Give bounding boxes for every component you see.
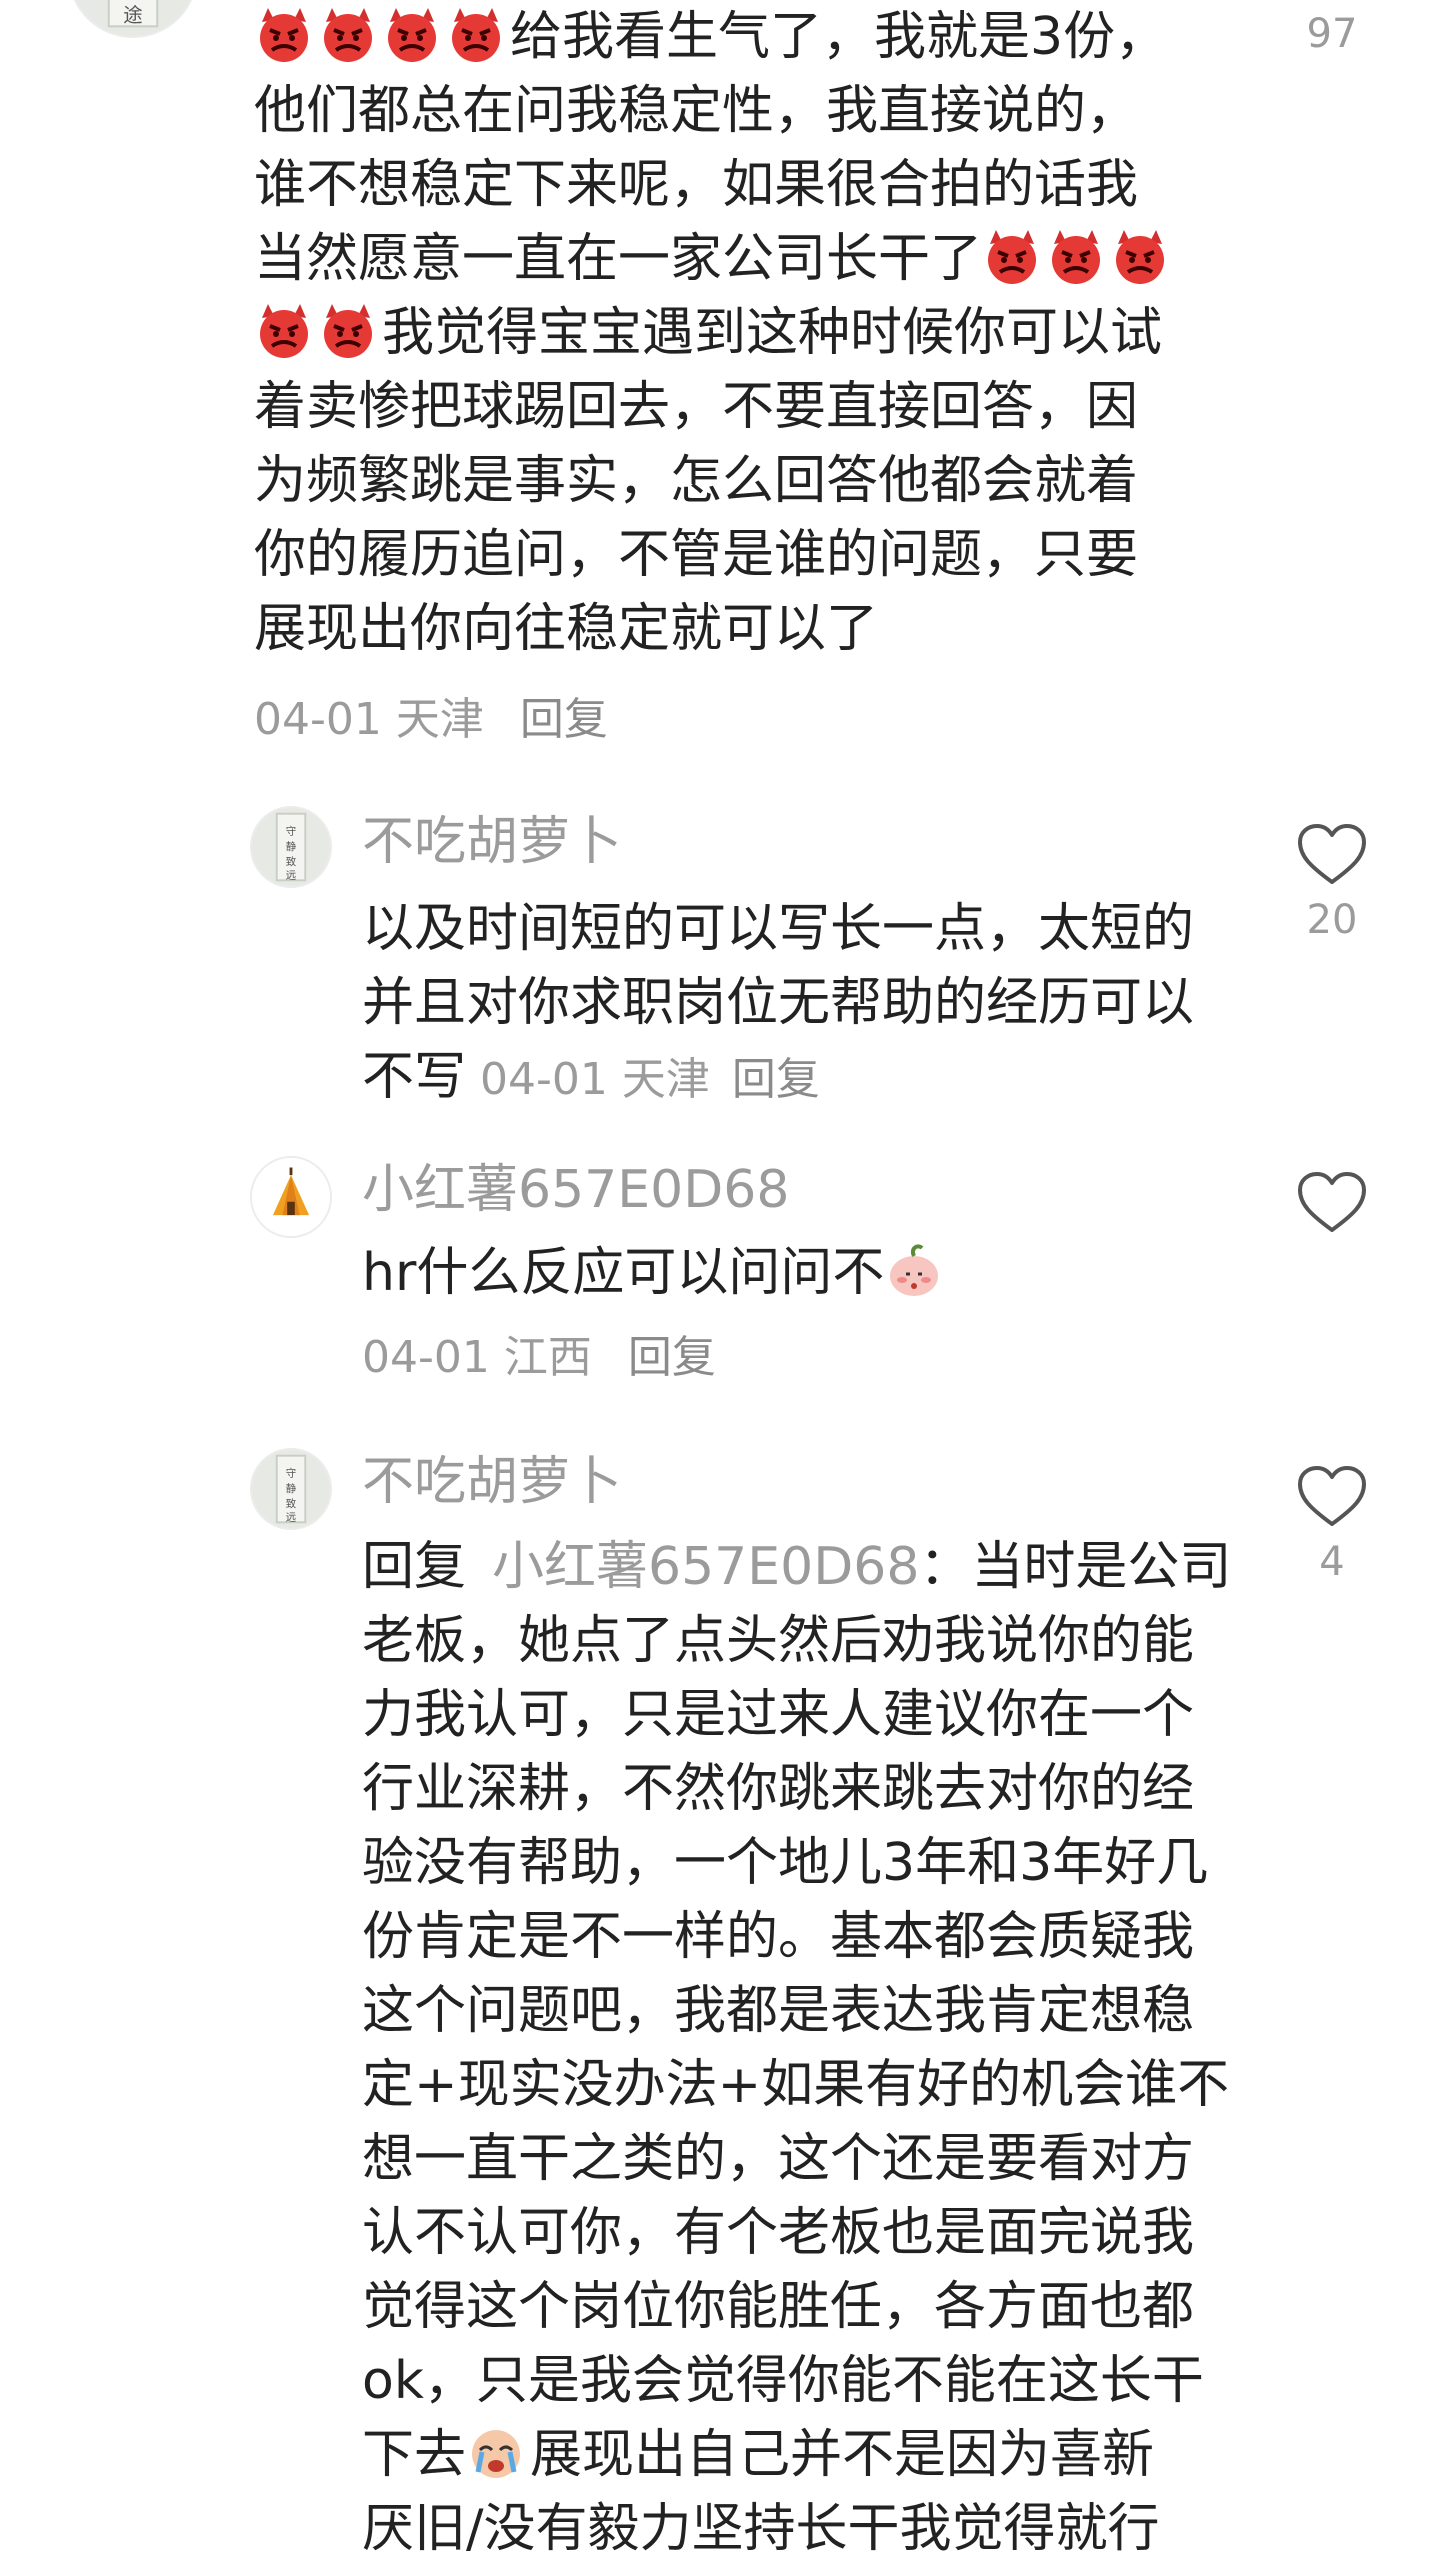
avatar[interactable] xyxy=(250,1156,332,1238)
comment-text-segment: 当然愿意一直在一家公司长干了 xyxy=(254,229,983,289)
comment-line: ok，只是我会觉得你能不能在这长干 xyxy=(362,2351,1204,2411)
comment-line: 着卖惨把球踢回去，不要直接回答，因 xyxy=(254,377,1139,437)
comment-line: 为频繁跳是事实，怎么回答他都会就着 xyxy=(254,451,1139,511)
like-button[interactable]: 4 xyxy=(1296,1464,1368,1586)
comment-line: 份肯定是不一样的。基本都会质疑我 xyxy=(362,1907,1195,1967)
comment-line: 当然愿意一直在一家公司长干了 xyxy=(254,222,1174,296)
angry-devil-icon xyxy=(446,4,506,64)
comment-line: 谁不想稳定下来呢，如果很合拍的话我 xyxy=(254,155,1139,215)
comment-line: 厌旧/没有毅力坚持长干我觉得就行 xyxy=(362,2499,1160,2559)
svg-text:守: 守 xyxy=(286,1467,296,1480)
comment-line: 我觉得宝宝遇到这种时候你可以试 xyxy=(254,296,1174,370)
comment-line: 并且对你求职岗位无帮助的经历可以 xyxy=(362,973,1195,1033)
comment-line: 想一直干之类的，这个还是要看对方 xyxy=(362,2129,1195,2189)
angry-devil-icon xyxy=(382,4,442,64)
comment-text-segment: 给我看生气了，我就是3份， xyxy=(510,7,1168,67)
comment-line: 这个问题吧，我都是表达我肯定想稳 xyxy=(362,1981,1195,2041)
avatar[interactable]: 守 静 致 远 xyxy=(250,806,332,888)
comment-text: hr什么反应可以问问不 xyxy=(362,1236,948,1310)
avatar[interactable]: 途 xyxy=(68,0,198,38)
avatar[interactable]: 守 静 致 远 xyxy=(250,1448,332,1530)
svg-text:途: 途 xyxy=(123,3,142,26)
angry-devil-icon xyxy=(982,226,1042,286)
heart-icon xyxy=(1298,824,1366,884)
comment-date: 04-01 xyxy=(254,694,382,745)
comment-meta: 04-01 天津 回复 xyxy=(480,1054,820,1105)
username[interactable]: 不吃胡萝卜 xyxy=(362,810,622,874)
svg-text:远: 远 xyxy=(286,869,297,881)
comment-date: 04-01 xyxy=(480,1054,608,1105)
comment-line: 觉得这个岗位你能胜任，各方面也都 xyxy=(362,2277,1195,2337)
comment-line: 你的履历追问，不管是谁的问题，只要 xyxy=(254,525,1139,585)
like-count: 97 xyxy=(1306,11,1358,57)
reply-button[interactable]: 回复 xyxy=(520,694,608,745)
comment-text-segment: ：当时是公司 xyxy=(919,1537,1232,1597)
reply-button[interactable]: 回复 xyxy=(628,1332,716,1383)
svg-text:静: 静 xyxy=(286,1482,297,1495)
comment-line: 展现出你向往稳定就可以了 xyxy=(254,599,879,659)
like-count: 20 xyxy=(1306,897,1358,943)
svg-text:致: 致 xyxy=(286,855,297,868)
svg-text:致: 致 xyxy=(286,1497,297,1510)
angry-devil-icon xyxy=(254,4,314,64)
like-count: 4 xyxy=(1319,1539,1345,1585)
svg-text:静: 静 xyxy=(286,840,297,853)
comment-location: 江西 xyxy=(503,1332,592,1383)
comment-meta: 04-01 江西 回复 xyxy=(362,1330,716,1386)
heart-icon xyxy=(1298,1466,1366,1526)
comment-line: 老板，她点了点头然后劝我说你的能 xyxy=(362,1611,1195,1671)
angry-devil-icon xyxy=(254,300,314,360)
comment-line: 下去 展现出自己并不是因为喜新 xyxy=(362,2418,1231,2492)
comment-line: 不写 04-01 天津 回复 xyxy=(362,1040,1194,1114)
comment-line: 回复 小红薯657E0D68：当时是公司 xyxy=(362,1530,1231,1604)
comment-text: 以及时间短的可以写长一点，太短的 并且对你求职岗位无帮助的经历可以 不写 04-0… xyxy=(362,892,1194,1114)
reply-button[interactable]: 回复 xyxy=(732,1054,820,1105)
like-button[interactable] xyxy=(1296,1170,1368,1236)
comment-text: 给我看生气了，我就是3份， 他们都总在问我稳定性，我直接说的， 谁不想稳定下来呢… xyxy=(254,0,1174,666)
comment-line: 给我看生气了，我就是3份， xyxy=(254,0,1174,74)
comment-line: 他们都总在问我稳定性，我直接说的， xyxy=(254,81,1139,141)
svg-text:守: 守 xyxy=(286,825,296,838)
comment-text-segment: 下去 xyxy=(362,2425,467,2485)
like-button[interactable]: 97 xyxy=(1296,10,1368,58)
comment-line: 验没有帮助，一个地儿3年和3年好几 xyxy=(362,1833,1209,1893)
mention-link[interactable]: 小红薯657E0D68 xyxy=(492,1537,919,1597)
comment-meta: 04-01 天津 回复 xyxy=(254,692,608,748)
svg-text:远: 远 xyxy=(286,1511,297,1523)
comment-line: 力我认可，只是过来人建议你在一个 xyxy=(362,1685,1195,1745)
comment-line: 行业深耕，不然你跳来跳去对你的经 xyxy=(362,1759,1195,1819)
comment-line: 以及时间短的可以写长一点，太短的 xyxy=(362,899,1195,959)
heart-icon xyxy=(1298,1172,1366,1232)
username[interactable]: 小红薯657E0D68 xyxy=(362,1158,789,1222)
comment-line: hr什么反应可以问问不 xyxy=(362,1236,948,1310)
comment-line: 定+现实没办法+如果有好的机会谁不 xyxy=(362,2055,1230,2115)
username[interactable]: 不吃胡萝卜 xyxy=(362,1450,622,1514)
angry-devil-icon xyxy=(1110,226,1170,286)
comment-text-segment: hr什么反应可以问问不 xyxy=(362,1243,885,1303)
angry-devil-icon xyxy=(318,300,378,360)
comment-line: 认不认可你，有个老板也是面完说我 xyxy=(362,2203,1195,2263)
crying-face-icon xyxy=(466,2422,526,2482)
comment-date: 04-01 xyxy=(362,1332,490,1383)
shy-peach-icon xyxy=(884,1240,944,1300)
angry-devil-icon xyxy=(1046,226,1106,286)
comment-text-segment: 展现出自己并不是因为喜新 xyxy=(530,2425,1155,2485)
angry-devil-icon xyxy=(318,4,378,64)
comment-text-segment: 不写 xyxy=(362,1047,467,1107)
reply-prefix: 回复 xyxy=(362,1537,467,1597)
comment-text-segment: 我觉得宝宝遇到这种时候你可以试 xyxy=(382,303,1163,363)
comment-location: 天津 xyxy=(395,694,484,745)
like-button[interactable]: 20 xyxy=(1296,822,1368,944)
comment-text: 回复 小红薯657E0D68：当时是公司 老板，她点了点头然后劝我说你的能 力我认… xyxy=(362,1530,1231,2566)
comment-location: 天津 xyxy=(621,1054,710,1105)
